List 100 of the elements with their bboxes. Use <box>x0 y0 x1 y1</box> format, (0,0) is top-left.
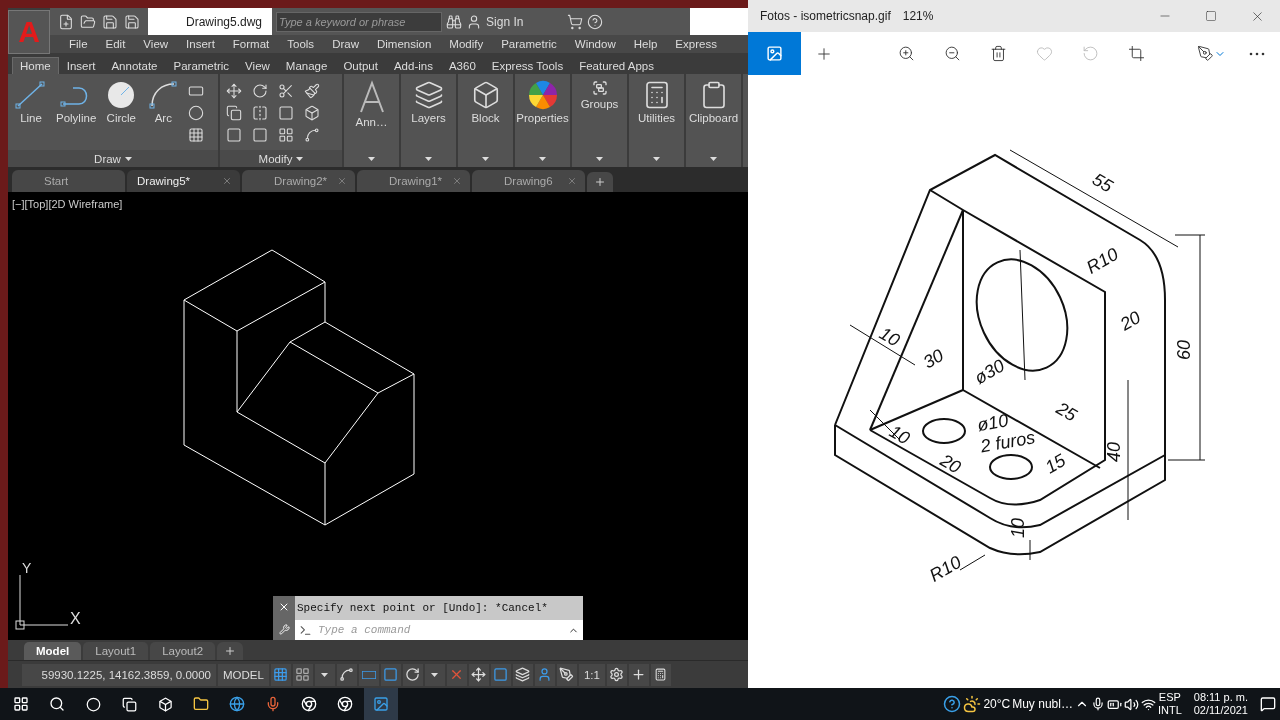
scale-button[interactable] <box>556 663 577 686</box>
ribbon-tab[interactable]: Home <box>12 57 59 74</box>
close-icon[interactable] <box>222 176 232 186</box>
menu-item[interactable]: Help <box>624 38 667 50</box>
help-icon[interactable] <box>943 695 962 713</box>
temperature-text: 20°C <box>983 697 1011 711</box>
dimension-label: R10 <box>926 552 965 586</box>
ribbon-tab[interactable]: A360 <box>440 57 484 74</box>
draw-tool-button[interactable]: Polyline <box>54 78 99 126</box>
panel-button[interactable]: Layers <box>409 78 448 126</box>
speaker-icon[interactable] <box>1123 696 1139 712</box>
save-icon[interactable] <box>102 13 118 30</box>
draw-tool-button[interactable]: Line <box>12 78 50 126</box>
viewport-label[interactable]: [−][Top][2D Wireframe] <box>12 198 123 210</box>
calculator-button[interactable] <box>650 663 671 686</box>
ribbon-tab[interactable]: Add-ins <box>385 57 441 74</box>
layout-tab[interactable]: Layout1 <box>83 642 149 660</box>
new-file-icon[interactable] <box>58 13 74 30</box>
panel-button[interactable]: Clipboard <box>690 78 737 126</box>
menu-item[interactable]: Draw <box>323 38 368 50</box>
panel-button[interactable]: Utilities <box>635 78 678 126</box>
menu-item[interactable]: Window <box>565 38 625 50</box>
ribbon-tab[interactable]: Output <box>335 57 386 74</box>
dimension-label: 40 <box>1103 442 1124 462</box>
menu-item[interactable]: File <box>60 38 97 50</box>
browser-icon <box>301 696 317 712</box>
grid-button[interactable] <box>270 663 291 686</box>
dropdown-button[interactable] <box>314 663 335 686</box>
snap-button[interactable] <box>292 663 313 686</box>
sign-in-link[interactable]: Sign In <box>486 14 524 29</box>
menu-item[interactable]: Format <box>223 38 279 50</box>
cart-icon[interactable] <box>567 13 584 30</box>
copy-icon <box>226 105 242 121</box>
dynamic-input-icon <box>361 670 376 679</box>
microphone-icon[interactable] <box>1090 697 1105 711</box>
caret-icon <box>425 156 432 161</box>
tool-button[interactable] <box>250 82 270 100</box>
ribbon-tab[interactable]: View <box>237 57 278 74</box>
panel-title-bar: Draw <box>8 150 218 167</box>
polar-icon <box>405 667 421 682</box>
wifi-icon[interactable] <box>1140 696 1156 712</box>
command-field[interactable]: Type a command <box>295 620 583 640</box>
tool-button[interactable] <box>224 104 244 122</box>
layout-tab[interactable]: Model <box>24 642 82 660</box>
dimension-label: 10 <box>1007 518 1028 538</box>
document-tab[interactable]: Drawing5* <box>127 170 240 192</box>
draw-tool-button[interactable]: Arc <box>144 78 183 126</box>
panel-button[interactable]: Block <box>466 78 505 126</box>
ribbon-tab[interactable]: Featured Apps <box>571 57 662 74</box>
polar-button[interactable] <box>402 663 423 686</box>
window-title: Drawing5.dwg <box>185 14 264 29</box>
ribbon-tab[interactable]: Annotate <box>103 57 166 74</box>
menu-item[interactable]: Edit <box>96 38 135 50</box>
settings-button[interactable] <box>606 663 627 686</box>
model-space-button[interactable]: MODEL <box>218 663 269 686</box>
panel-button[interactable]: Groups <box>578 78 621 112</box>
rotate-icon <box>1081 45 1099 62</box>
ribbon-tab[interactable]: Express Tools <box>483 57 572 74</box>
tool-button[interactable] <box>276 126 296 144</box>
infer-button[interactable] <box>336 663 357 686</box>
ribbon-tab[interactable]: Manage <box>277 57 336 74</box>
search-field[interactable]: Type a keyword or phrase <box>276 11 443 32</box>
document-tab[interactable]: Drawing6 <box>472 170 585 192</box>
notifications-icon[interactable] <box>1260 696 1276 712</box>
menu-item[interactable]: Insert <box>177 38 224 50</box>
wrench-icon[interactable] <box>278 623 290 635</box>
language-indicator[interactable]: ESP INTL <box>1157 691 1182 717</box>
add-button[interactable] <box>628 663 649 686</box>
dropdown-button[interactable] <box>424 663 445 686</box>
new-tab-button[interactable] <box>587 172 613 192</box>
binoculars-icon[interactable] <box>446 13 463 30</box>
line-tool-icon <box>14 80 48 110</box>
open-folder-icon[interactable] <box>80 13 96 30</box>
ribbon-tab[interactable]: Insert <box>58 57 104 74</box>
properties-button[interactable] <box>512 663 533 686</box>
menu-item[interactable]: Tools <box>278 38 324 50</box>
layout-tab[interactable]: Layout2 <box>150 642 216 660</box>
tool-button[interactable] <box>302 82 322 100</box>
menu-item[interactable]: Dimension <box>367 38 441 50</box>
menu-item[interactable]: Express <box>666 38 726 50</box>
rotate-icon <box>252 83 268 99</box>
annotation-button[interactable] <box>534 663 555 686</box>
new-layout-button[interactable] <box>217 642 244 660</box>
document-tab[interactable]: Drawing2* <box>242 170 355 192</box>
lineweight-button[interactable] <box>468 663 489 686</box>
tool-button[interactable] <box>224 82 244 100</box>
menu-item[interactable]: Parametric <box>492 38 566 50</box>
clock[interactable]: 08:11 p. m. 02/11/2021 <box>1193 691 1248 717</box>
menu-item[interactable]: View <box>134 38 178 50</box>
save-as-icon[interactable] <box>124 13 140 30</box>
panel-button[interactable]: Ann… <box>352 78 391 130</box>
draw-tool-button[interactable]: Circle <box>102 78 141 126</box>
document-tab[interactable]: Start <box>12 170 125 192</box>
dynamic-input-button[interactable] <box>358 663 379 686</box>
ortho-button[interactable] <box>380 663 401 686</box>
ribbon-tab[interactable]: Parametric <box>165 57 238 74</box>
scale-button[interactable]: 1:1 <box>578 663 605 686</box>
menu-item[interactable]: Modify <box>440 38 493 50</box>
collection-button[interactable] <box>748 32 801 75</box>
document-tab[interactable]: Drawing1* <box>357 170 470 192</box>
